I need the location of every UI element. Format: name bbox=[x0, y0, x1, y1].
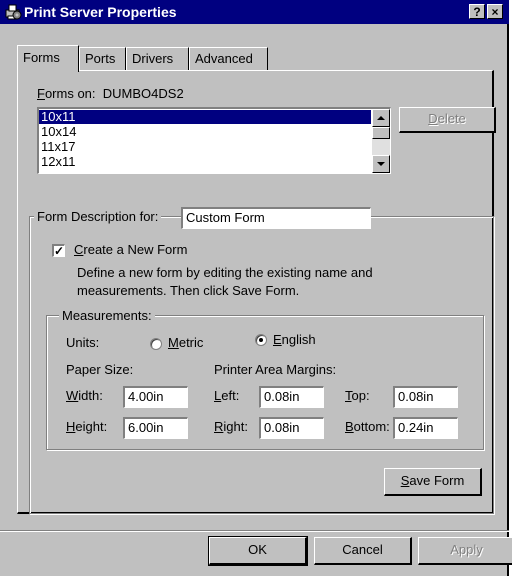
bottom-margin-input[interactable]: 0.24in bbox=[393, 417, 458, 439]
tab-drivers-label: Drivers bbox=[132, 51, 174, 66]
cancel-button[interactable]: Cancel bbox=[314, 537, 412, 565]
metric-radio[interactable] bbox=[150, 338, 162, 350]
help-text-line1: Define a new form by editing the existin… bbox=[77, 265, 373, 280]
measurements-label: Measurements: bbox=[59, 308, 155, 323]
left-margin-input[interactable]: 0.08in bbox=[259, 386, 324, 408]
right-margin-label: Right: bbox=[214, 419, 248, 434]
tab-ports-label: Ports bbox=[85, 51, 116, 66]
list-item[interactable]: 12x11 bbox=[39, 155, 75, 169]
english-radio[interactable] bbox=[255, 334, 267, 346]
list-item[interactable]: 11x17 bbox=[39, 140, 75, 154]
server-name: DUMBO4DS2 bbox=[102, 86, 184, 101]
english-label[interactable]: English bbox=[273, 332, 316, 347]
arrow-up-icon bbox=[377, 116, 385, 120]
top-margin-label: Top: bbox=[345, 388, 370, 403]
ok-button[interactable]: OK bbox=[208, 536, 308, 566]
paper-size-label: Paper Size: bbox=[66, 362, 134, 377]
list-item[interactable]: 10x11 bbox=[39, 110, 371, 124]
scroll-down-button[interactable] bbox=[372, 155, 390, 173]
tab-advanced[interactable]: Advanced bbox=[189, 47, 268, 70]
width-label: Width: bbox=[66, 388, 103, 403]
top-margin-input[interactable]: 0.08in bbox=[393, 386, 458, 408]
height-label: Height: bbox=[66, 419, 108, 434]
height-input[interactable]: 6.00in bbox=[123, 417, 188, 439]
forms-on-label: Forms on: DUMBO4DS2 bbox=[37, 86, 184, 101]
printer-margins-label: Printer Area Margins: bbox=[214, 362, 337, 377]
form-description-label: Form Description for: bbox=[34, 209, 162, 224]
scroll-thumb[interactable] bbox=[372, 127, 390, 139]
help-text-line2: measurements. Then click Save Form. bbox=[77, 283, 300, 298]
printer-server-icon bbox=[5, 4, 22, 20]
close-button[interactable]: × bbox=[487, 4, 503, 19]
tab-drivers[interactable]: Drivers bbox=[126, 47, 189, 70]
units-label: Units: bbox=[66, 335, 100, 350]
left-margin-label: Left: bbox=[214, 388, 240, 403]
window-title: Print Server Properties bbox=[24, 4, 177, 20]
tab-ports[interactable]: Ports bbox=[79, 47, 126, 70]
metric-label[interactable]: Metric bbox=[168, 335, 203, 350]
create-new-form-checkbox[interactable]: ✓ bbox=[52, 244, 65, 257]
print-server-properties-window: Print Server Properties ? × Forms Ports … bbox=[0, 0, 512, 576]
tab-forms-label: Forms bbox=[23, 50, 60, 65]
title-bar[interactable]: Print Server Properties ? × bbox=[0, 0, 509, 24]
forms-listbox[interactable]: 10x11 10x14 11x17 12x11 bbox=[37, 107, 391, 174]
save-form-button[interactable]: Save Form bbox=[384, 468, 482, 496]
right-margin-input[interactable]: 0.08in bbox=[259, 417, 324, 439]
tab-advanced-label: Advanced bbox=[195, 51, 253, 66]
arrow-down-icon bbox=[377, 162, 385, 166]
create-new-form-label[interactable]: Create a New Form bbox=[74, 242, 187, 257]
footer-divider bbox=[0, 530, 509, 532]
list-item[interactable]: 10x14 bbox=[39, 125, 76, 139]
scroll-up-button[interactable] bbox=[372, 109, 390, 127]
bottom-margin-label: Bottom: bbox=[345, 419, 390, 434]
forms-list-scrollbar[interactable] bbox=[372, 109, 390, 173]
form-description-input[interactable]: Custom Form bbox=[181, 207, 371, 229]
tab-forms[interactable]: Forms bbox=[17, 45, 79, 72]
width-input[interactable]: 4.00in bbox=[123, 386, 188, 408]
help-button[interactable]: ? bbox=[469, 4, 485, 19]
apply-button[interactable]: Apply bbox=[418, 537, 512, 565]
delete-button[interactable]: Delete bbox=[399, 107, 496, 133]
